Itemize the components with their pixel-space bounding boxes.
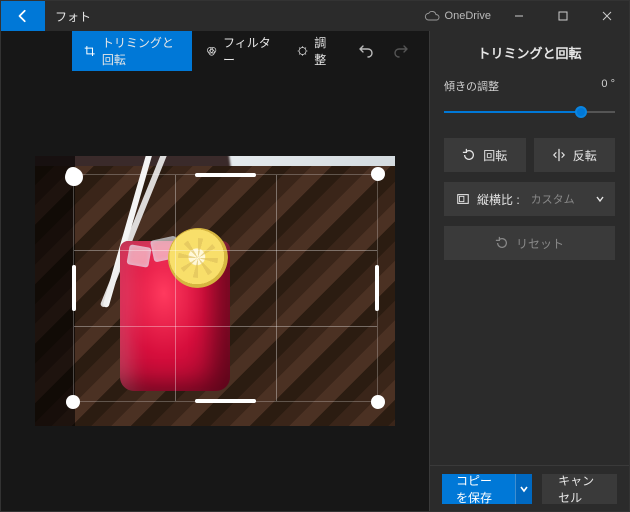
rotate-label: 回転: [483, 147, 507, 164]
crop-edge-bottom[interactable]: [195, 399, 256, 403]
photo-container[interactable]: ↖: [35, 156, 395, 426]
crop-edge-top[interactable]: [195, 173, 256, 177]
crop-edge-left[interactable]: [72, 265, 76, 310]
minimize-icon: [514, 11, 524, 21]
panel-footer: コピーを保存 キャンセル: [430, 465, 629, 511]
aspect-ratio-button[interactable]: 縦横比 : カスタム: [444, 182, 615, 216]
rotate-icon: [462, 148, 476, 162]
reset-icon: [495, 236, 509, 250]
save-copy-button[interactable]: コピーを保存: [442, 474, 515, 504]
save-dropdown-button[interactable]: [515, 474, 532, 504]
flip-button[interactable]: 反転: [534, 138, 616, 172]
adjust-icon: [297, 44, 308, 58]
editor-tabs: トリミングと回転 フィルター 調整: [1, 31, 429, 71]
crop-handle-bottom-right[interactable]: [371, 395, 385, 409]
straighten-value: 0 °: [601, 78, 615, 94]
straighten-slider[interactable]: [444, 104, 615, 120]
close-button[interactable]: [585, 1, 629, 31]
chevron-down-icon: [519, 484, 529, 494]
app-title: フォト: [55, 8, 424, 25]
photos-editor-window: フォト OneDrive トリミングと回転: [0, 0, 630, 512]
cancel-button[interactable]: キャンセル: [542, 474, 617, 504]
undo-button[interactable]: [349, 31, 382, 71]
maximize-button[interactable]: [541, 1, 585, 31]
crop-rectangle[interactable]: [73, 174, 378, 402]
title-bar: フォト OneDrive: [1, 1, 629, 31]
back-button[interactable]: [1, 1, 45, 31]
undo-icon: [358, 43, 374, 59]
aspect-icon: [456, 192, 470, 206]
chevron-down-icon: [595, 194, 605, 204]
panel-title: トリミングと回転: [430, 31, 629, 72]
crop-handle-top-right[interactable]: [371, 167, 385, 181]
canvas-stage: ↖: [1, 71, 429, 511]
tab-filters[interactable]: フィルター: [194, 31, 283, 71]
crop-handle-bottom-left[interactable]: [66, 395, 80, 409]
maximize-icon: [558, 11, 568, 21]
onedrive-badge: OneDrive: [424, 10, 491, 22]
arrow-left-icon: [16, 9, 30, 23]
cloud-icon: [424, 10, 440, 22]
reset-button[interactable]: リセット: [444, 226, 615, 260]
crop-icon: [84, 44, 95, 58]
filters-icon: [206, 44, 217, 58]
tab-adjust-label: 調整: [314, 34, 333, 68]
rotate-button[interactable]: 回転: [444, 138, 526, 172]
flip-label: 反転: [573, 147, 597, 164]
tab-filters-label: フィルター: [223, 34, 271, 68]
tab-adjust[interactable]: 調整: [285, 31, 345, 71]
aspect-value: カスタム: [531, 191, 575, 207]
onedrive-label: OneDrive: [445, 10, 491, 22]
canvas-area: トリミングと回転 フィルター 調整: [1, 31, 429, 511]
redo-icon: [393, 43, 409, 59]
side-panel: トリミングと回転 傾きの調整 0 ° 回転 反転: [429, 31, 629, 511]
flip-icon: [552, 148, 566, 162]
crop-handle-top-left[interactable]: [66, 167, 80, 181]
minimize-button[interactable]: [497, 1, 541, 31]
reset-label: リセット: [516, 235, 564, 252]
straighten-label: 傾きの調整: [444, 78, 499, 94]
tab-crop-rotate[interactable]: トリミングと回転: [72, 31, 191, 71]
straighten-row: 傾きの調整 0 °: [444, 78, 615, 94]
tab-crop-label: トリミングと回転: [102, 34, 180, 68]
aspect-label: 縦横比 :: [477, 191, 520, 208]
slider-thumb[interactable]: [575, 106, 587, 118]
close-icon: [602, 11, 612, 21]
redo-button: [384, 31, 417, 71]
crop-edge-right[interactable]: [375, 265, 379, 310]
